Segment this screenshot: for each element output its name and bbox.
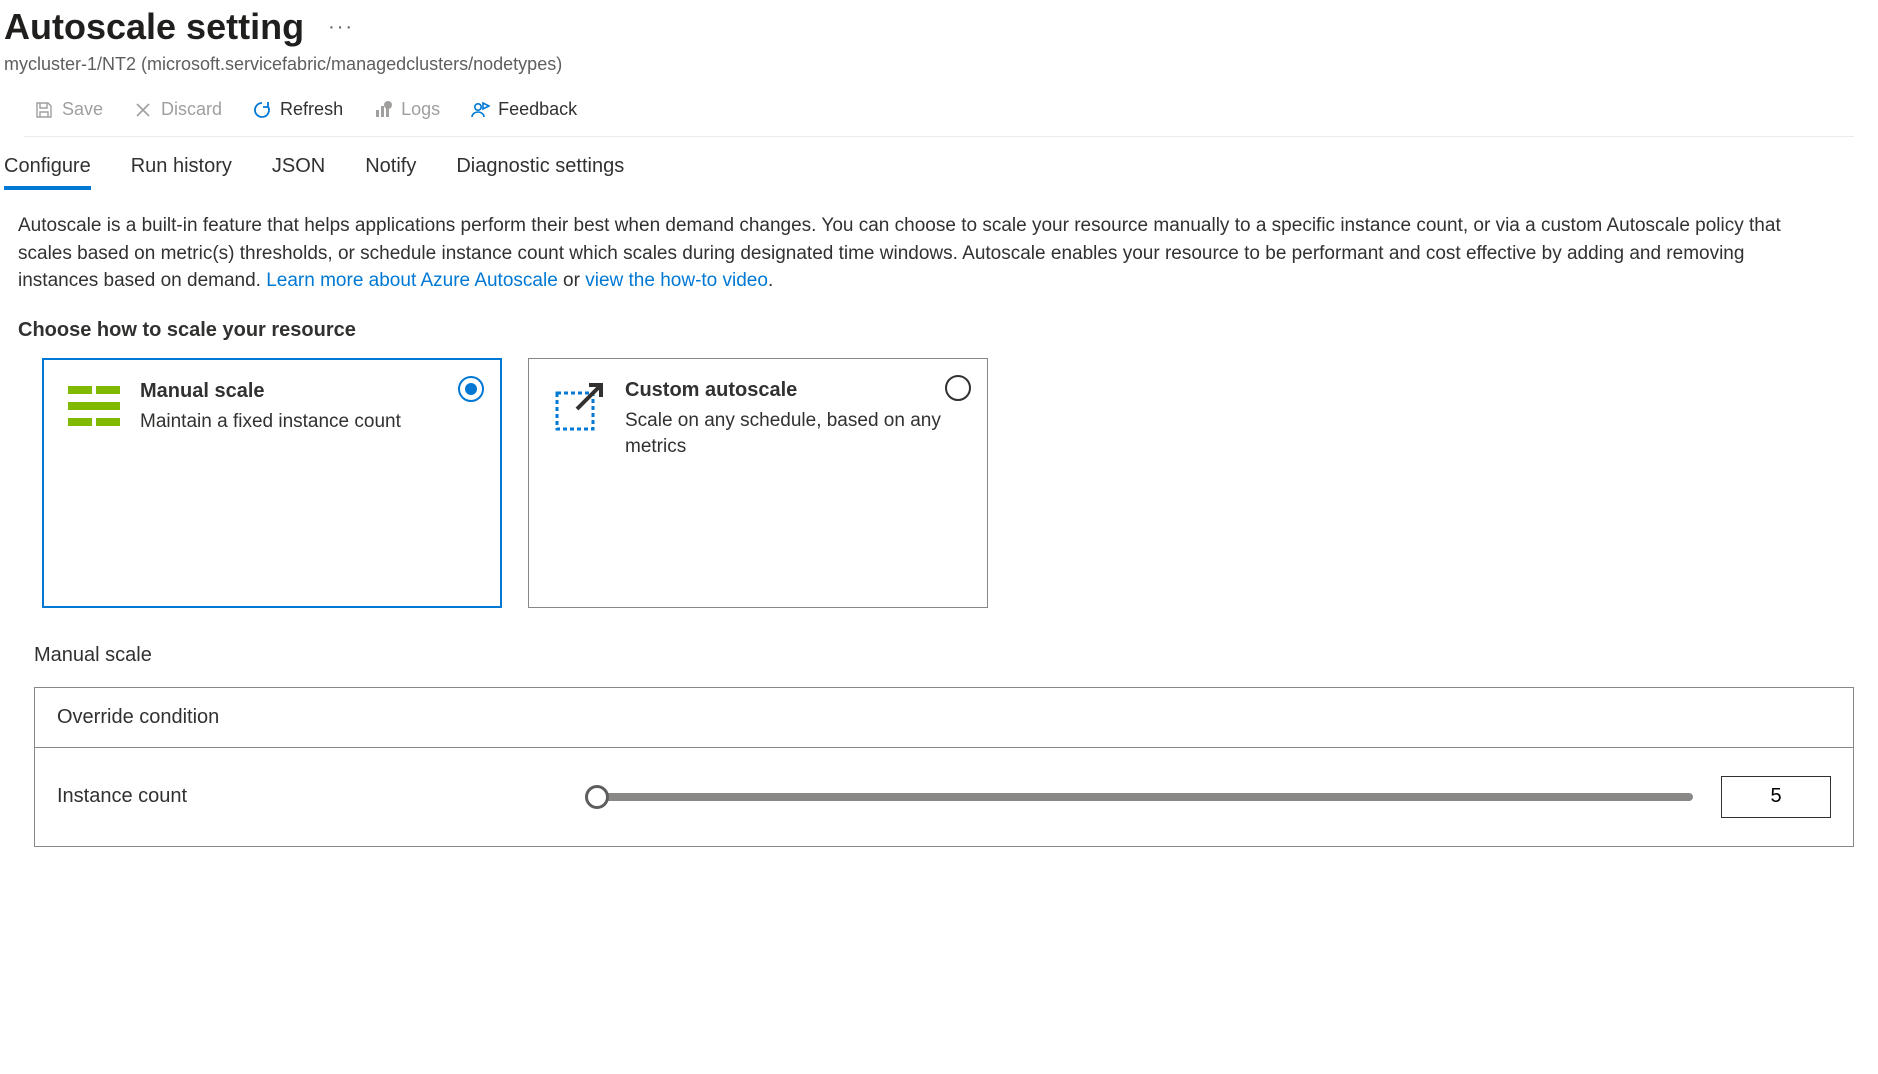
save-button[interactable]: Save (24, 95, 113, 124)
discard-button[interactable]: Discard (123, 95, 232, 124)
learn-more-link[interactable]: Learn more about Azure Autoscale (266, 270, 558, 291)
override-condition-label: Override condition (57, 706, 219, 729)
tab-bar: Configure Run history JSON Notify Diagno… (4, 155, 1854, 190)
slider-thumb-icon[interactable] (585, 785, 609, 809)
intro-between: or (563, 270, 585, 291)
save-icon (34, 100, 54, 120)
logs-button[interactable]: Logs (363, 95, 450, 124)
manual-scale-section-heading: Manual scale (34, 644, 1854, 667)
manual-scale-icon (66, 380, 122, 436)
instance-count-label: Instance count (57, 785, 597, 808)
tab-json[interactable]: JSON (272, 155, 325, 190)
manual-scale-card[interactable]: Manual scale Maintain a fixed instance c… (42, 358, 502, 608)
tab-configure[interactable]: Configure (4, 155, 91, 190)
logs-icon (373, 100, 393, 120)
refresh-label: Refresh (280, 99, 343, 120)
refresh-icon (252, 100, 272, 120)
instance-count-slider[interactable] (597, 793, 1693, 801)
custom-autoscale-card[interactable]: Custom autoscale Scale on any schedule, … (528, 358, 988, 608)
custom-autoscale-icon (551, 379, 607, 435)
feedback-button[interactable]: Feedback (460, 95, 587, 124)
discard-label: Discard (161, 99, 222, 120)
feedback-label: Feedback (498, 99, 577, 120)
intro-text: Autoscale is a built-in feature that hel… (18, 212, 1798, 295)
custom-autoscale-desc: Scale on any schedule, based on any metr… (625, 408, 965, 461)
page-title: Autoscale setting (4, 6, 304, 48)
manual-scale-panel: Override condition Instance count (34, 687, 1854, 847)
tab-diagnostic-settings[interactable]: Diagnostic settings (456, 155, 624, 190)
custom-autoscale-radio[interactable] (945, 375, 971, 401)
refresh-button[interactable]: Refresh (242, 95, 353, 124)
close-icon (133, 100, 153, 120)
instance-count-row: Instance count (35, 748, 1853, 846)
more-actions-icon[interactable]: ··· (328, 16, 354, 39)
howto-video-link[interactable]: view the how-to video (585, 270, 768, 291)
tab-notify[interactable]: Notify (365, 155, 416, 190)
manual-scale-radio[interactable] (458, 376, 484, 402)
manual-scale-title: Manual scale (140, 380, 478, 403)
command-bar: Save Discard Refresh Logs Feedback (24, 95, 1854, 137)
save-label: Save (62, 99, 103, 120)
scale-mode-cards: Manual scale Maintain a fixed instance c… (42, 358, 1854, 608)
override-condition-row: Override condition (35, 688, 1853, 748)
tab-run-history[interactable]: Run history (131, 155, 232, 190)
custom-autoscale-title: Custom autoscale (625, 379, 965, 402)
intro-after: . (768, 270, 773, 291)
logs-label: Logs (401, 99, 440, 120)
manual-scale-desc: Maintain a fixed instance count (140, 409, 478, 436)
breadcrumb: mycluster-1/NT2 (microsoft.servicefabric… (4, 54, 1854, 75)
feedback-icon (470, 100, 490, 120)
instance-count-input[interactable] (1721, 776, 1831, 818)
choose-scale-heading: Choose how to scale your resource (18, 319, 1854, 342)
